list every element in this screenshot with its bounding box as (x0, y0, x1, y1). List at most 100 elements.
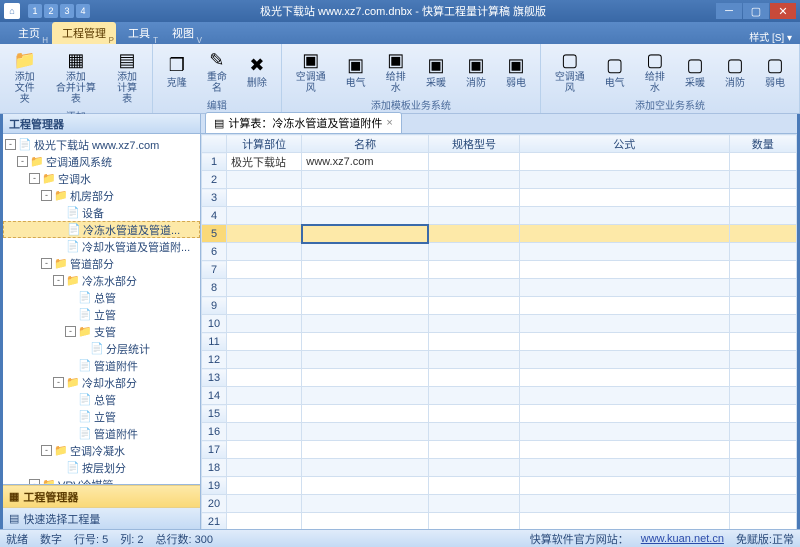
grid-cell[interactable] (729, 441, 796, 459)
grid-row-header[interactable]: 7 (202, 261, 227, 279)
grid-row[interactable]: 2 (202, 171, 797, 189)
grid-row-header[interactable]: 14 (202, 387, 227, 405)
grid-cell[interactable] (428, 495, 519, 513)
grid-cell[interactable] (520, 279, 730, 297)
grid-cell[interactable] (302, 225, 429, 243)
grid-cell[interactable] (227, 423, 302, 441)
tree-expander-icon[interactable]: - (53, 275, 64, 286)
ribbon-btn-3-1[interactable]: ▢电气 (597, 52, 633, 91)
grid-cell[interactable] (428, 261, 519, 279)
grid-cell[interactable] (520, 243, 730, 261)
grid-row-header[interactable]: 18 (202, 459, 227, 477)
grid-row[interactable]: 21 (202, 513, 797, 530)
ribbon-btn-0-2[interactable]: ▤添加计算表 (108, 46, 145, 107)
grid-cell[interactable] (302, 441, 429, 459)
ribbon-btn-3-5[interactable]: ▢弱电 (757, 52, 793, 91)
grid-cell[interactable] (729, 405, 796, 423)
grid-row-header[interactable]: 9 (202, 297, 227, 315)
tree-node-0[interactable]: -📄极光下载站 www.xz7.com (3, 136, 200, 153)
grid-cell[interactable] (729, 171, 796, 189)
tree-node-5[interactable]: 📄冷冻水管道及管道... (3, 221, 200, 238)
grid-cell[interactable] (428, 315, 519, 333)
ribbon-btn-3-0[interactable]: ▢空调通风 (547, 46, 593, 96)
grid-cell[interactable] (428, 333, 519, 351)
ribbon-tab-1[interactable]: 工程管理P (52, 22, 116, 44)
grid-cell[interactable] (729, 279, 796, 297)
maximize-button[interactable]: ▢ (743, 3, 769, 19)
grid-cell[interactable] (520, 171, 730, 189)
status-link[interactable]: www.kuan.net.cn (641, 533, 724, 545)
grid-row-header[interactable]: 6 (202, 243, 227, 261)
tree-node-8[interactable]: -📁冷冻水部分 (3, 272, 200, 289)
tree-expander-icon[interactable]: - (17, 156, 28, 167)
grid-cell[interactable] (227, 207, 302, 225)
tree-node-3[interactable]: -📁机房部分 (3, 187, 200, 204)
grid-row-header[interactable]: 5 (202, 225, 227, 243)
grid-row[interactable]: 20 (202, 495, 797, 513)
grid-row[interactable]: 13 (202, 369, 797, 387)
grid-row[interactable]: 12 (202, 351, 797, 369)
tree-node-2[interactable]: -📁空调水 (3, 170, 200, 187)
grid-cell[interactable] (520, 153, 730, 171)
grid-cell[interactable] (428, 423, 519, 441)
spreadsheet-grid[interactable]: 计算部位名称规格型号公式数量 1极光下载站www.xz7.com23456789… (201, 134, 797, 529)
grid-cell[interactable] (520, 207, 730, 225)
grid-row-header[interactable]: 10 (202, 315, 227, 333)
grid-cell[interactable] (729, 189, 796, 207)
grid-corner[interactable] (202, 135, 227, 153)
tree-node-9[interactable]: 📄总管 (3, 289, 200, 306)
grid-cell[interactable] (227, 387, 302, 405)
grid-row[interactable]: 7 (202, 261, 797, 279)
grid-cell[interactable] (227, 189, 302, 207)
grid-cell[interactable] (520, 441, 730, 459)
minimize-button[interactable]: ─ (716, 3, 742, 19)
grid-cell[interactable] (302, 423, 429, 441)
tree-node-18[interactable]: -📁空调冷凝水 (3, 442, 200, 459)
grid-cell[interactable] (428, 369, 519, 387)
grid-row[interactable]: 15 (202, 405, 797, 423)
grid-cell[interactable] (729, 225, 796, 243)
grid-cell[interactable] (302, 189, 429, 207)
ribbon-btn-2-1[interactable]: ▣电气 (338, 52, 374, 91)
grid-row-header[interactable]: 15 (202, 405, 227, 423)
grid-cell[interactable] (729, 513, 796, 530)
grid-cell[interactable] (302, 351, 429, 369)
ribbon-btn-2-5[interactable]: ▣弱电 (498, 52, 534, 91)
grid-cell[interactable] (520, 333, 730, 351)
grid-cell[interactable] (520, 297, 730, 315)
tree-expander-icon[interactable]: - (41, 190, 52, 201)
grid-cell[interactable] (428, 279, 519, 297)
close-tab-icon[interactable]: × (386, 117, 392, 129)
grid-cell[interactable] (428, 297, 519, 315)
grid-cell[interactable] (302, 171, 429, 189)
ribbon-tab-2[interactable]: 工具T (118, 22, 160, 44)
style-selector[interactable]: 样式 [S] ▾ (749, 29, 792, 44)
grid-cell[interactable] (520, 423, 730, 441)
tree-node-7[interactable]: -📁管道部分 (3, 255, 200, 272)
grid-cell[interactable] (227, 441, 302, 459)
quick-btn-3[interactable]: 3 (60, 4, 74, 18)
grid-cell[interactable] (428, 477, 519, 495)
ribbon-btn-3-4[interactable]: ▢消防 (717, 52, 753, 91)
grid-cell[interactable] (302, 243, 429, 261)
grid-row-header[interactable]: 20 (202, 495, 227, 513)
grid-cell[interactable] (729, 261, 796, 279)
grid-cell[interactable] (227, 369, 302, 387)
grid-cell[interactable] (729, 423, 796, 441)
grid-row-header[interactable]: 12 (202, 351, 227, 369)
ribbon-btn-1-2[interactable]: ✖删除 (239, 52, 275, 91)
tree-node-16[interactable]: 📄立管 (3, 408, 200, 425)
sheet-tab[interactable]: ▤ 计算表：冷冻水管道及管道附件 × (205, 112, 402, 133)
tree-node-14[interactable]: -📁冷却水部分 (3, 374, 200, 391)
grid-cell[interactable] (227, 171, 302, 189)
grid-row-header[interactable]: 3 (202, 189, 227, 207)
grid-col-header-0[interactable]: 计算部位 (227, 135, 302, 153)
sidebar-footer-btn-1[interactable]: ▤快速选择工程量 (3, 507, 200, 529)
tree-expander-icon[interactable]: - (53, 377, 64, 388)
ribbon-btn-2-2[interactable]: ▣给排水 (378, 46, 414, 96)
grid-row-header[interactable]: 17 (202, 441, 227, 459)
grid-cell[interactable] (729, 207, 796, 225)
grid-cell[interactable] (302, 459, 429, 477)
grid-cell[interactable] (302, 369, 429, 387)
grid-cell[interactable] (520, 225, 730, 243)
